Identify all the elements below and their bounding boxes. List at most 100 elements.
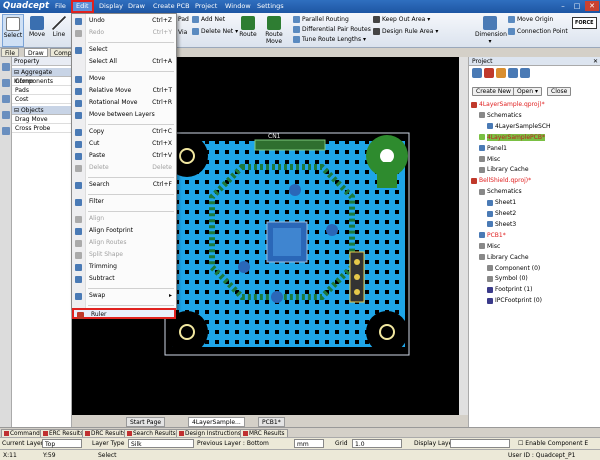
tool-icon[interactable] <box>2 79 10 87</box>
menu-item-trimming[interactable]: Trimming <box>72 262 176 272</box>
tree-node[interactable]: PCB1* <box>479 231 506 240</box>
tree-node[interactable]: Misc <box>479 155 500 164</box>
menu-item-ruler[interactable]: Ruler <box>72 308 176 319</box>
menu-item-subtract[interactable]: Subtract <box>72 274 176 284</box>
tab-file[interactable]: File <box>1 48 20 57</box>
maximize-button[interactable]: □ <box>570 1 584 11</box>
tree-node[interactable]: 4LayerSampleSCH <box>487 122 551 131</box>
menu-window[interactable]: Window <box>225 2 251 10</box>
menu-item-cut[interactable]: Cut Ctrl+X <box>72 139 176 149</box>
canvas-vertical-scrollbar[interactable] <box>459 57 468 415</box>
move-origin-button[interactable]: Move Origin <box>508 16 553 23</box>
select-tool-button[interactable]: Select <box>2 14 24 47</box>
parallel-routing-button[interactable]: Parallel Routing <box>293 16 349 23</box>
tool-icon[interactable] <box>2 63 10 71</box>
open-button[interactable]: Open ▾ <box>513 87 542 96</box>
tree-node[interactable]: Library Cache <box>479 253 529 262</box>
menu-item-coordinates-input[interactable]: Coordinates Input <box>72 320 176 330</box>
panel-close-icon[interactable]: ✕ <box>593 57 598 66</box>
project-icon[interactable] <box>472 68 482 78</box>
menu-display[interactable]: Display <box>99 2 123 10</box>
move-tool-button[interactable]: Move <box>26 14 48 47</box>
tab-4layer-sample[interactable]: 4LayerSample... <box>188 417 245 427</box>
tree-node[interactable]: IPCFootprint (0) <box>487 296 542 305</box>
connection-point-button[interactable]: Connection Point <box>508 28 568 35</box>
add-net-button[interactable]: Add Net <box>192 16 225 23</box>
objects-header[interactable]: ⊟ Objects <box>12 106 72 115</box>
menu-item-align[interactable]: Align <box>72 214 176 224</box>
menu-settings[interactable]: Settings <box>257 2 284 10</box>
menu-item-split-shape[interactable]: Split Shape <box>72 250 176 260</box>
force-badge[interactable]: FORCE <box>572 17 597 29</box>
project-icon[interactable] <box>484 68 494 78</box>
tree-node[interactable]: Sheet2 <box>487 209 516 218</box>
menu-item-select-all[interactable]: Select All Ctrl+A <box>72 57 176 67</box>
menu-item-align-routes[interactable]: Align Routes <box>72 238 176 248</box>
menu-item-swap[interactable]: Swap ▸ <box>72 291 176 301</box>
tree-node[interactable]: 4LayerSamplePCB* <box>479 133 545 142</box>
via-button[interactable]: Via <box>178 29 187 36</box>
route-button[interactable]: Route <box>238 14 258 47</box>
menu-draw[interactable]: Draw <box>128 2 145 10</box>
project-icon[interactable] <box>496 68 506 78</box>
dimension-button[interactable]: Dimension ▾ <box>475 14 507 47</box>
menu-item-undo[interactable]: Undo Ctrl+Z <box>72 16 176 26</box>
design-rule-area-button[interactable]: Design Rule Area ▾ <box>373 28 438 35</box>
close-window-button[interactable]: ✕ <box>585 1 599 11</box>
tree-node[interactable]: Library Cache <box>479 165 529 174</box>
menu-edit[interactable]: Edit <box>71 0 94 13</box>
tree-node[interactable]: Panel1 <box>479 144 507 153</box>
tab-draw[interactable]: Draw <box>24 48 48 57</box>
keep-out-area-button[interactable]: Keep Out Area ▾ <box>373 16 430 23</box>
menu-item-rotational-move[interactable]: Rotational Move Ctrl+R <box>72 98 176 108</box>
tree-node[interactable]: Component (0) <box>487 264 540 273</box>
tab-pcb1[interactable]: PCB1* <box>258 417 285 427</box>
status-bar: X:11 Y:59 Select User ID : Quadcept_P1 <box>0 449 600 460</box>
tool-icon[interactable] <box>2 111 10 119</box>
project-icon[interactable] <box>520 68 530 78</box>
menu-item-move-between-layers[interactable]: Move between Layers <box>72 110 176 120</box>
layer-type-select[interactable]: Silk <box>128 439 194 448</box>
menu-item-redo[interactable]: Redo Ctrl+Y <box>72 28 176 38</box>
aggregate-info-header[interactable]: ⊟ Aggregate Inform <box>12 68 72 85</box>
tune-route-lengths-button[interactable]: Tune Route Lengths ▾ <box>293 36 366 43</box>
menu-item-delete[interactable]: Delete Delete <box>72 163 176 173</box>
menu-item-align-footprint[interactable]: Align Footprint <box>72 226 176 236</box>
menu-item-search[interactable]: Search Ctrl+F <box>72 180 176 190</box>
menu-item-paste[interactable]: Paste Ctrl+V <box>72 151 176 161</box>
tree-node[interactable]: BellShield.qproj)* <box>471 176 531 185</box>
menu-item-relative-move[interactable]: Relative Move Ctrl+T <box>72 86 176 96</box>
menu-create-pcb[interactable]: Create PCB <box>153 2 190 10</box>
route-move-button[interactable]: Route Move <box>258 14 290 47</box>
tree-node[interactable]: Footprint (1) <box>487 285 532 294</box>
menu-file[interactable]: File <box>55 2 66 10</box>
pad-button[interactable]: Pad <box>178 16 189 23</box>
menu-project[interactable]: Project <box>195 2 217 10</box>
enable-component-checkbox[interactable]: ☐ Enable Component E <box>518 440 588 447</box>
tree-node[interactable]: Symbol (0) <box>487 274 528 283</box>
grid-select[interactable]: 1.0 <box>352 439 402 448</box>
line-tool-button[interactable]: Line <box>48 14 70 47</box>
tree-node[interactable]: Sheet1 <box>487 198 516 207</box>
unit-select[interactable]: mm <box>294 439 324 448</box>
differential-pair-button[interactable]: Differential Pair Routes <box>293 26 371 33</box>
tree-node[interactable]: Schematics <box>479 187 522 196</box>
menu-item-copy[interactable]: Copy Ctrl+C <box>72 127 176 137</box>
tool-icon[interactable] <box>2 127 10 135</box>
tree-node[interactable]: Schematics <box>479 111 522 120</box>
project-icon[interactable] <box>508 68 518 78</box>
display-layer-select[interactable] <box>450 439 510 448</box>
close-project-button[interactable]: Close <box>547 87 572 96</box>
tree-node[interactable]: Misc <box>479 242 500 251</box>
delete-net-button[interactable]: Delete Net ▾ <box>192 28 238 35</box>
current-layer-select[interactable]: Top <box>42 439 82 448</box>
tree-node[interactable]: Sheet3 <box>487 220 516 229</box>
tool-icon[interactable] <box>2 95 10 103</box>
menu-item-move[interactable]: Move <box>72 74 176 84</box>
menu-item-select[interactable]: Select <box>72 45 176 55</box>
minimize-button[interactable]: – <box>556 1 570 11</box>
menu-item-filter[interactable]: Filter <box>72 197 176 207</box>
tab-start-page[interactable]: Start Page <box>126 417 166 427</box>
create-new-button[interactable]: Create New <box>472 87 515 96</box>
tree-node[interactable]: 4LayerSample.qproj)* <box>471 100 545 109</box>
